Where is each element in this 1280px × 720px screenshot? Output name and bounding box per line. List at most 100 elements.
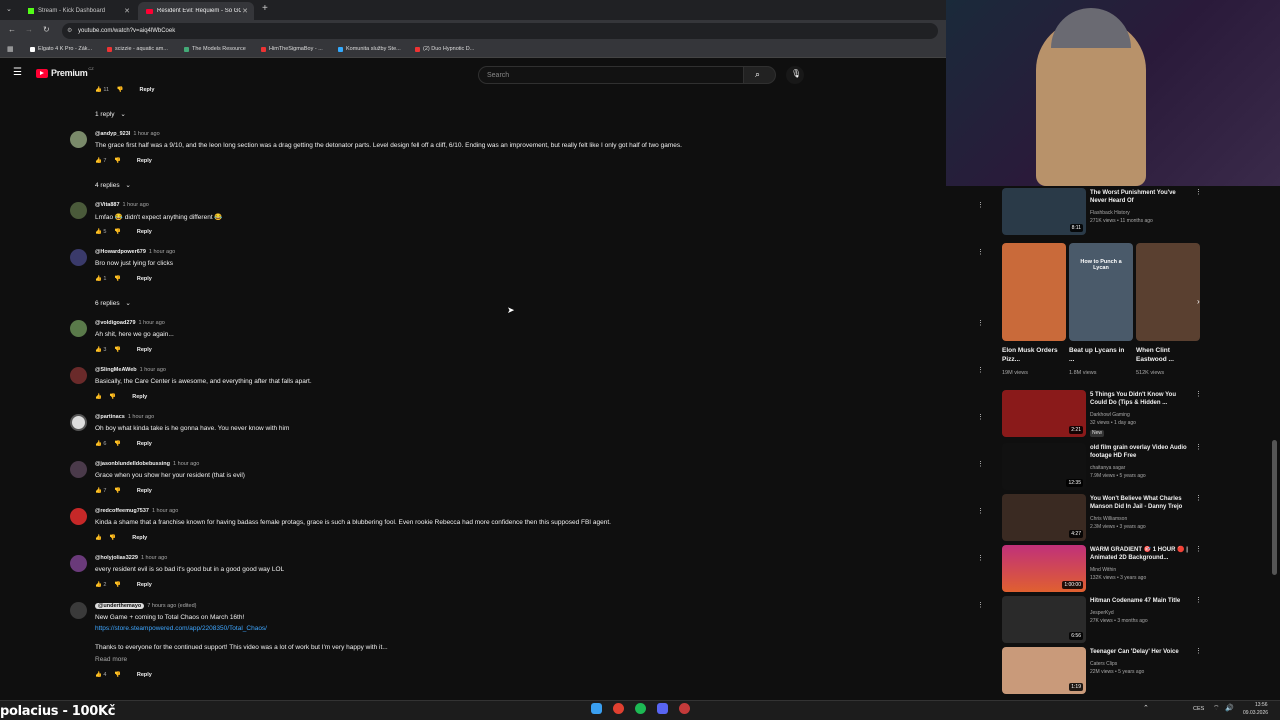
related-video[interactable]: 1:19 Teenager Can 'Delay' Her Voice Cate…	[1002, 647, 1202, 695]
tray-chevron-icon[interactable]: ⌃	[1143, 704, 1149, 712]
avatar[interactable]	[70, 202, 87, 219]
dislike-icon[interactable]: 👎	[114, 347, 121, 353]
replies-toggle[interactable]: 1 reply ⌄	[95, 110, 126, 118]
bookmark-item[interactable]: Elgato 4 K Pro - Zák...	[30, 46, 92, 52]
back-icon[interactable]: ←	[8, 25, 16, 34]
more-options-icon[interactable]: ⋮	[1195, 647, 1202, 655]
reply-button[interactable]: Reply	[137, 441, 152, 447]
more-options-icon[interactable]: ⋮	[1195, 596, 1202, 604]
short-item[interactable]: Elon Musk Orders Pizz... 19M views	[1002, 243, 1066, 383]
reply-button[interactable]: Reply	[132, 394, 147, 400]
tab-kick-dashboard[interactable]: Stream - Kick Dashboard ✕	[20, 2, 136, 20]
like-icon[interactable]: 👍	[95, 441, 102, 447]
comment-author[interactable]: @andyp_923l 1 hour ago	[95, 131, 160, 137]
tab-search-icon[interactable]: ⌄	[6, 5, 12, 13]
more-options-icon[interactable]: ⋮	[1195, 443, 1202, 451]
related-video[interactable]: 6:56 Hitman Codename 47 Main Title Jespe…	[1002, 596, 1202, 644]
reply-button[interactable]: Reply	[137, 582, 152, 588]
wifi-icon[interactable]: ⌔	[1213, 704, 1220, 713]
discord-icon[interactable]	[657, 703, 668, 714]
bookmark-item[interactable]: Komunita služby Ste...	[338, 46, 401, 52]
like-icon[interactable]: 👍	[95, 276, 102, 282]
reply-button[interactable]: Reply	[137, 158, 152, 164]
more-options-icon[interactable]: ⋮	[977, 366, 984, 374]
more-options-icon[interactable]: ⋮	[977, 248, 984, 256]
comment-author[interactable]: @voldigoad279 1 hour ago	[95, 320, 165, 326]
comment-author[interactable]: @jasonblundelldobebussing 1 hour ago	[95, 461, 199, 467]
comment-author[interactable]: @underthemayo 7 hours ago (edited)	[95, 603, 197, 609]
more-options-icon[interactable]: ⋮	[1195, 494, 1202, 502]
more-options-icon[interactable]: ⋮	[977, 201, 984, 209]
more-options-icon[interactable]: ⋮	[977, 460, 984, 468]
replies-toggle[interactable]: 4 replies ⌄	[95, 181, 131, 189]
more-options-icon[interactable]: ⋮	[1195, 188, 1202, 196]
dislike-icon[interactable]: 👎	[109, 394, 116, 400]
reload-icon[interactable]: ↻	[43, 25, 50, 34]
clock-time[interactable]: 13:56	[1255, 702, 1268, 708]
like-icon[interactable]: 👍	[95, 229, 102, 235]
more-options-icon[interactable]: ⋮	[977, 554, 984, 562]
like-icon[interactable]: 👍	[95, 582, 102, 588]
bookmark-item[interactable]: scizzie - aquatic am...	[107, 46, 168, 52]
reply-button[interactable]: Reply	[137, 347, 152, 353]
dislike-icon[interactable]: 👎	[114, 582, 121, 588]
comment-author[interactable]: @holyjolias3229 1 hour ago	[95, 555, 167, 561]
scrollbar[interactable]	[1272, 440, 1277, 575]
avatar[interactable]	[70, 602, 87, 619]
comment-author[interactable]: @Vita887 1 hour ago	[95, 202, 149, 208]
read-more-button[interactable]: Read more	[95, 656, 127, 663]
replies-toggle[interactable]: 6 replies ⌄	[95, 299, 131, 307]
comment-author[interactable]: @redcoffeemug7537 1 hour ago	[95, 508, 178, 514]
related-video[interactable]: 4:27 You Won't Believe What Charles Mans…	[1002, 494, 1202, 542]
more-options-icon[interactable]: ⋮	[977, 319, 984, 327]
url-input[interactable]: ⚙ youtube.com/watch?v=aiq4lWbCoek	[62, 23, 938, 39]
volume-icon[interactable]: 🔊	[1225, 704, 1234, 712]
avatar[interactable]	[70, 131, 87, 148]
apps-grid-icon[interactable]: ▦	[7, 45, 14, 53]
avatar[interactable]	[70, 555, 87, 572]
like-icon[interactable]: 👍	[95, 87, 102, 93]
comment-author[interactable]: @partinacs 1 hour ago	[95, 414, 154, 420]
dislike-icon[interactable]: 👎	[114, 672, 121, 678]
spotify-icon[interactable]	[635, 703, 646, 714]
dislike-icon[interactable]: 👎	[117, 87, 124, 93]
more-options-icon[interactable]: ⋮	[977, 507, 984, 515]
like-icon[interactable]: 👍	[95, 535, 102, 541]
reply-button[interactable]: Reply	[137, 672, 152, 678]
more-options-icon[interactable]: ⋮	[977, 601, 984, 609]
keyboard-language[interactable]: CES	[1193, 706, 1204, 712]
clock-date[interactable]: 09.03.2026	[1243, 710, 1268, 716]
avatar[interactable]	[70, 320, 87, 337]
search-input[interactable]: Search	[478, 66, 744, 84]
close-icon[interactable]: ✕	[124, 7, 130, 15]
like-icon[interactable]: 👍	[95, 488, 102, 494]
tab-youtube-video[interactable]: Resident Evil: Requiem - So GO... ✕	[138, 2, 254, 20]
dislike-icon[interactable]: 👎	[114, 488, 121, 494]
forward-icon[interactable]: →	[25, 25, 33, 34]
related-video[interactable]: 2:21 5 Things You Didn't Know You Could …	[1002, 390, 1202, 438]
voice-search-button[interactable]: 🎙	[786, 66, 804, 84]
reply-button[interactable]: Reply	[140, 87, 155, 93]
comment-link[interactable]: https://store.steampowered.com/app/22083…	[95, 625, 267, 632]
bookmark-item[interactable]: HimTheSigmaBoy - ...	[261, 46, 323, 52]
bookmark-item[interactable]: The Models Resource	[184, 46, 246, 52]
bookmark-item[interactable]: (2) Duo Hypnotic D...	[415, 46, 474, 52]
short-item[interactable]: When Clint Eastwood ... 512K views	[1136, 243, 1200, 383]
dislike-icon[interactable]: 👎	[109, 535, 116, 541]
avatar[interactable]	[70, 249, 87, 266]
comment-author[interactable]: @Howardpower679 1 hour ago	[95, 249, 175, 255]
dislike-icon[interactable]: 👎	[114, 158, 121, 164]
reply-button[interactable]: Reply	[137, 229, 152, 235]
avatar[interactable]	[70, 414, 87, 431]
chrome-icon[interactable]	[613, 703, 624, 714]
chevron-right-icon[interactable]: ›	[1197, 297, 1200, 306]
windows-start-icon[interactable]	[591, 703, 602, 714]
more-options-icon[interactable]: ⋮	[1195, 545, 1202, 553]
comment-author[interactable]: @SlingMeAWeb 1 hour ago	[95, 367, 166, 373]
dislike-icon[interactable]: 👎	[114, 276, 121, 282]
like-icon[interactable]: 👍	[95, 158, 102, 164]
new-tab-icon[interactable]: +	[262, 3, 268, 14]
like-icon[interactable]: 👍	[95, 672, 102, 678]
more-options-icon[interactable]: ⋮	[1195, 390, 1202, 398]
reply-button[interactable]: Reply	[137, 488, 152, 494]
